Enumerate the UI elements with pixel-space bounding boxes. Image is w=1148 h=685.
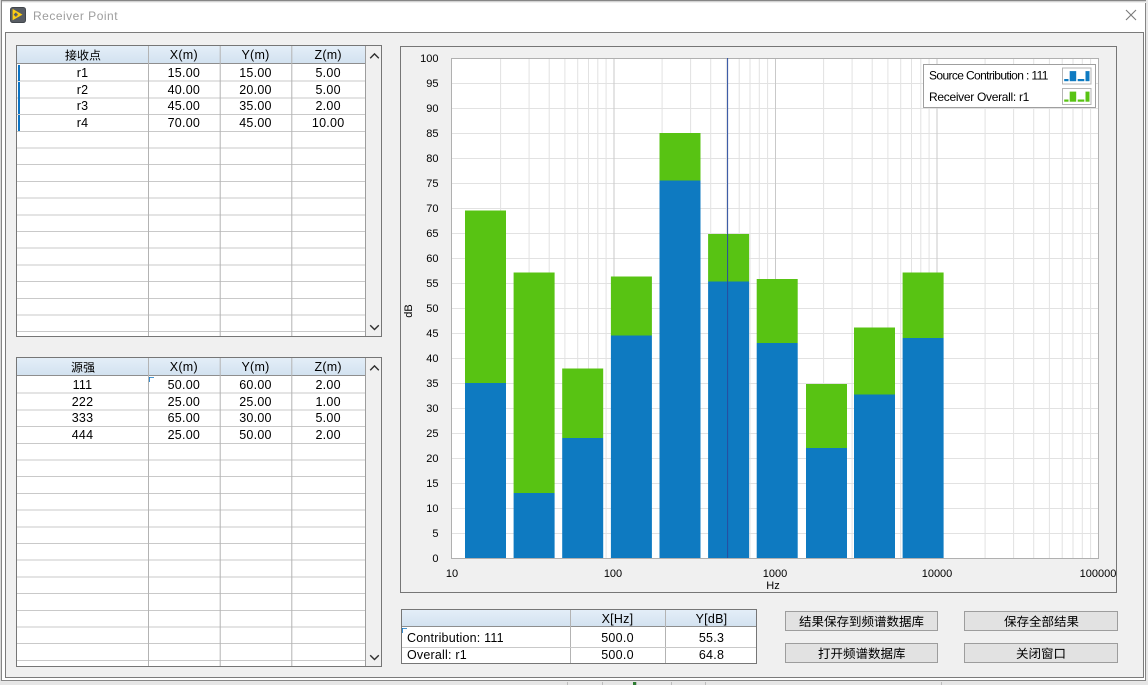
svg-text:30: 30 <box>426 403 438 415</box>
svg-text:55: 55 <box>426 278 438 290</box>
svg-text:20: 20 <box>426 453 438 465</box>
svg-text:0: 0 <box>432 553 438 565</box>
svg-text:100: 100 <box>420 53 438 65</box>
svg-text:40: 40 <box>426 353 438 365</box>
svg-text:35: 35 <box>426 378 438 390</box>
svg-text:45: 45 <box>426 328 438 340</box>
svg-text:65: 65 <box>426 228 438 240</box>
svg-text:Hz: Hz <box>766 580 779 592</box>
svg-text:70: 70 <box>426 203 438 215</box>
svg-text:100: 100 <box>604 568 622 580</box>
svg-text:10000: 10000 <box>922 568 953 580</box>
svg-text:1000: 1000 <box>763 568 787 580</box>
svg-text:25: 25 <box>426 428 438 440</box>
svg-text:50: 50 <box>426 303 438 315</box>
svg-text:60: 60 <box>426 253 438 265</box>
svg-text:100000: 100000 <box>1080 568 1117 580</box>
svg-text:80: 80 <box>426 153 438 165</box>
svg-text:10: 10 <box>426 503 438 515</box>
svg-text:10: 10 <box>446 568 458 580</box>
svg-text:90: 90 <box>426 103 438 115</box>
svg-text:75: 75 <box>426 178 438 190</box>
svg-text:Source Contribution : 111: Source Contribution : 111 <box>929 69 1049 83</box>
svg-text:Receiver Overall: r1: Receiver Overall: r1 <box>929 90 1030 104</box>
svg-text:dB: dB <box>403 304 415 317</box>
svg-text:15: 15 <box>426 478 438 490</box>
svg-text:85: 85 <box>426 128 438 140</box>
svg-text:5: 5 <box>432 528 438 540</box>
svg-text:95: 95 <box>426 78 438 90</box>
